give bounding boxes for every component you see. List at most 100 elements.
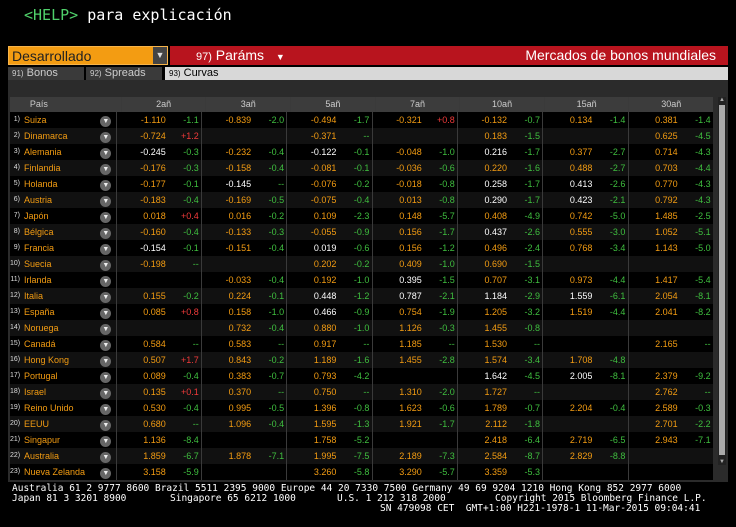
yield-cell[interactable]: 0.192 -1.0 xyxy=(286,272,371,288)
yield-cell[interactable]: 0.013 -0.8 xyxy=(371,192,457,208)
yield-cell[interactable]: -0.018 -0.8 xyxy=(371,176,457,192)
country-name[interactable]: Bélgica xyxy=(22,224,96,240)
yield-cell[interactable]: 2.418 -6.4 xyxy=(457,432,542,448)
yield-cell[interactable]: 0.530 -0.4 xyxy=(115,400,201,416)
yield-cell[interactable] xyxy=(371,128,457,144)
table-row[interactable]: 8) Bélgica ▼ -0.160 -0.4 -0.133 -0.3 -0.055 -0.9… xyxy=(10,224,713,240)
country-name[interactable]: Hong Kong xyxy=(22,352,96,368)
yield-cell[interactable] xyxy=(627,448,713,464)
yield-cell[interactable]: 1.189 -1.6 xyxy=(286,352,371,368)
yield-cell[interactable]: -0.177 -0.1 xyxy=(115,176,201,192)
table-row[interactable]: 6) Austria ▼ -0.183 -0.4 -0.169 -0.5 -0.075 -0.4… xyxy=(10,192,713,208)
yield-cell[interactable]: 0.448 -1.2 xyxy=(286,288,371,304)
table-row[interactable]: 14) Noruega ▼ 0.732 -0.4 0.880 -1.0 1.126 -0.3 1.… xyxy=(10,320,713,336)
yield-cell[interactable]: -0.081 -0.1 xyxy=(286,160,371,176)
yield-cell[interactable]: 0.787 -2.1 xyxy=(371,288,457,304)
table-row[interactable]: 22) Australia ▼ 1.859 -6.7 1.878 -7.1 1.995 -7.5… xyxy=(10,448,713,464)
table-row[interactable]: 21) Singapur ▼ 1.136 -8.4 1.758 -5.2 2.418 -6.4 2… xyxy=(10,432,713,448)
yield-cell[interactable]: 2.204 -0.4 xyxy=(542,400,627,416)
row-action[interactable]: ▼ xyxy=(96,336,116,352)
yield-cell[interactable]: 0.680 -- xyxy=(115,416,201,432)
row-action[interactable]: ▼ xyxy=(96,304,116,320)
table-row[interactable]: 2) Dinamarca ▼ -0.724 +1.2 -0.371 -- 0.183 -1.5 0… xyxy=(10,128,713,144)
yield-cell[interactable]: 2.054 -8.1 xyxy=(627,288,713,304)
yield-cell[interactable]: 0.880 -1.0 xyxy=(286,320,371,336)
yield-cell[interactable]: 2.379 -9.2 xyxy=(627,368,713,384)
yield-cell[interactable] xyxy=(115,272,201,288)
yield-cell[interactable]: -0.075 -0.4 xyxy=(286,192,371,208)
yield-cell[interactable]: 0.437 -2.6 xyxy=(457,224,542,240)
table-row[interactable]: 9) Francia ▼ -0.154 -0.1 -0.151 -0.4 0.019 -0.6 0… xyxy=(10,240,713,256)
scroll-down-icon[interactable]: ▼ xyxy=(718,459,726,465)
yield-cell[interactable]: 0.583 -- xyxy=(201,336,286,352)
yield-cell[interactable]: 0.707 -3.1 xyxy=(457,272,542,288)
yield-cell[interactable]: 0.409 -1.0 xyxy=(371,256,457,272)
yield-cell[interactable]: 0.843 -0.2 xyxy=(201,352,286,368)
country-name[interactable]: Noruega xyxy=(22,320,96,336)
col-header[interactable]: 7añ xyxy=(374,97,460,112)
yield-cell[interactable]: 3.158 -5.9 xyxy=(115,464,201,480)
yield-cell[interactable]: 2.041 -8.2 xyxy=(627,304,713,320)
row-action[interactable]: ▼ xyxy=(96,144,116,160)
yield-cell[interactable] xyxy=(542,416,627,432)
yield-cell[interactable]: 0.408 -4.9 xyxy=(457,208,542,224)
yield-cell[interactable]: 2.943 -7.1 xyxy=(627,432,713,448)
yield-cell[interactable]: 0.109 -2.3 xyxy=(286,208,371,224)
row-action[interactable]: ▼ xyxy=(96,416,116,432)
yield-cell[interactable]: -0.232 -0.4 xyxy=(201,144,286,160)
table-row[interactable]: 18) Israel ▼ 0.135 +0.1 0.370 -- 0.750 -- 1.310 -2… xyxy=(10,384,713,400)
yield-cell[interactable]: 0.466 -0.9 xyxy=(286,304,371,320)
yield-cell[interactable]: 0.135 +0.1 xyxy=(115,384,201,400)
col-header[interactable]: 3añ xyxy=(205,97,290,112)
yield-cell[interactable] xyxy=(542,320,627,336)
yield-cell[interactable] xyxy=(371,432,457,448)
yield-cell[interactable] xyxy=(371,368,457,384)
yield-cell[interactable]: 0.224 -0.1 xyxy=(201,288,286,304)
chevron-down-icon[interactable]: ▼ xyxy=(153,47,167,64)
yield-cell[interactable] xyxy=(201,464,286,480)
row-action[interactable]: ▼ xyxy=(96,320,116,336)
yield-cell[interactable]: -0.036 -0.6 xyxy=(371,160,457,176)
yield-cell[interactable]: 0.377 -2.7 xyxy=(542,144,627,160)
yield-cell[interactable] xyxy=(542,336,627,352)
yield-cell[interactable]: 0.019 -0.6 xyxy=(286,240,371,256)
yield-cell[interactable]: 1.642 -4.5 xyxy=(457,368,542,384)
yield-cell[interactable]: 0.690 -1.5 xyxy=(457,256,542,272)
yield-cell[interactable]: 2.829 -8.8 xyxy=(542,448,627,464)
table-row[interactable]: 19) Reino Unido ▼ 0.530 -0.4 0.995 -0.5 1.396 -0… xyxy=(10,400,713,416)
yield-cell[interactable]: 1.052 -5.1 xyxy=(627,224,713,240)
row-action[interactable]: ▼ xyxy=(96,128,116,144)
yield-cell[interactable]: 0.395 -1.5 xyxy=(371,272,457,288)
yield-cell[interactable] xyxy=(201,432,286,448)
yield-cell[interactable]: 1.519 -4.4 xyxy=(542,304,627,320)
country-name[interactable]: Alemania xyxy=(22,144,96,160)
table-row[interactable]: 16) Hong Kong ▼ 0.507 +1.7 0.843 -0.2 1.189 -1.6… xyxy=(10,352,713,368)
country-name[interactable]: Singapur xyxy=(22,432,96,448)
yield-cell[interactable]: 0.732 -0.4 xyxy=(201,320,286,336)
yield-cell[interactable]: 0.156 -1.7 xyxy=(371,224,457,240)
table-row[interactable]: 13) España ▼ 0.085 +0.8 0.158 -1.0 0.466 -0.9 0.7… xyxy=(10,304,713,320)
yield-cell[interactable]: 0.183 -1.5 xyxy=(457,128,542,144)
yield-cell[interactable]: 1.143 -5.0 xyxy=(627,240,713,256)
yield-cell[interactable]: 0.381 -1.4 xyxy=(627,112,713,128)
yield-cell[interactable]: 1.396 -0.8 xyxy=(286,400,371,416)
yield-cell[interactable]: 1.310 -2.0 xyxy=(371,384,457,400)
yield-cell[interactable]: 0.158 -1.0 xyxy=(201,304,286,320)
yield-cell[interactable]: -0.033 -0.4 xyxy=(201,272,286,288)
country-name[interactable]: Reino Unido xyxy=(22,400,96,416)
row-action[interactable]: ▼ xyxy=(96,192,116,208)
yield-cell[interactable]: 0.714 -4.3 xyxy=(627,144,713,160)
yield-cell[interactable]: 1.789 -0.7 xyxy=(457,400,542,416)
col-header[interactable]: 10añ xyxy=(459,97,544,112)
yield-cell[interactable]: 1.205 -3.2 xyxy=(457,304,542,320)
yield-cell[interactable]: 0.973 -4.4 xyxy=(542,272,627,288)
row-action[interactable]: ▼ xyxy=(96,272,116,288)
yield-cell[interactable]: 0.496 -2.4 xyxy=(457,240,542,256)
yield-cell[interactable]: -0.133 -0.3 xyxy=(201,224,286,240)
yield-cell[interactable]: 1.136 -8.4 xyxy=(115,432,201,448)
row-action[interactable]: ▼ xyxy=(96,256,116,272)
yield-cell[interactable]: 0.742 -5.0 xyxy=(542,208,627,224)
row-action[interactable]: ▼ xyxy=(96,352,116,368)
yield-cell[interactable] xyxy=(542,128,627,144)
yield-cell[interactable]: 0.488 -2.7 xyxy=(542,160,627,176)
